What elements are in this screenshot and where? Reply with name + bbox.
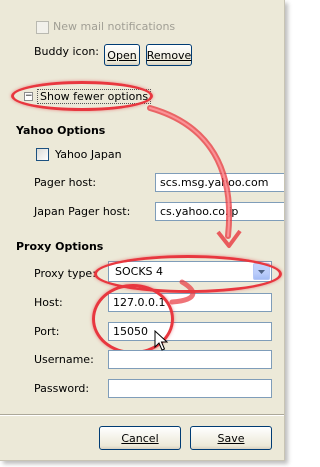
annotation-arrow xyxy=(147,105,242,305)
mouse-cursor-icon xyxy=(154,330,168,351)
account-options-dialog: New mail notifications Buddy icon: Open … xyxy=(0,0,285,461)
